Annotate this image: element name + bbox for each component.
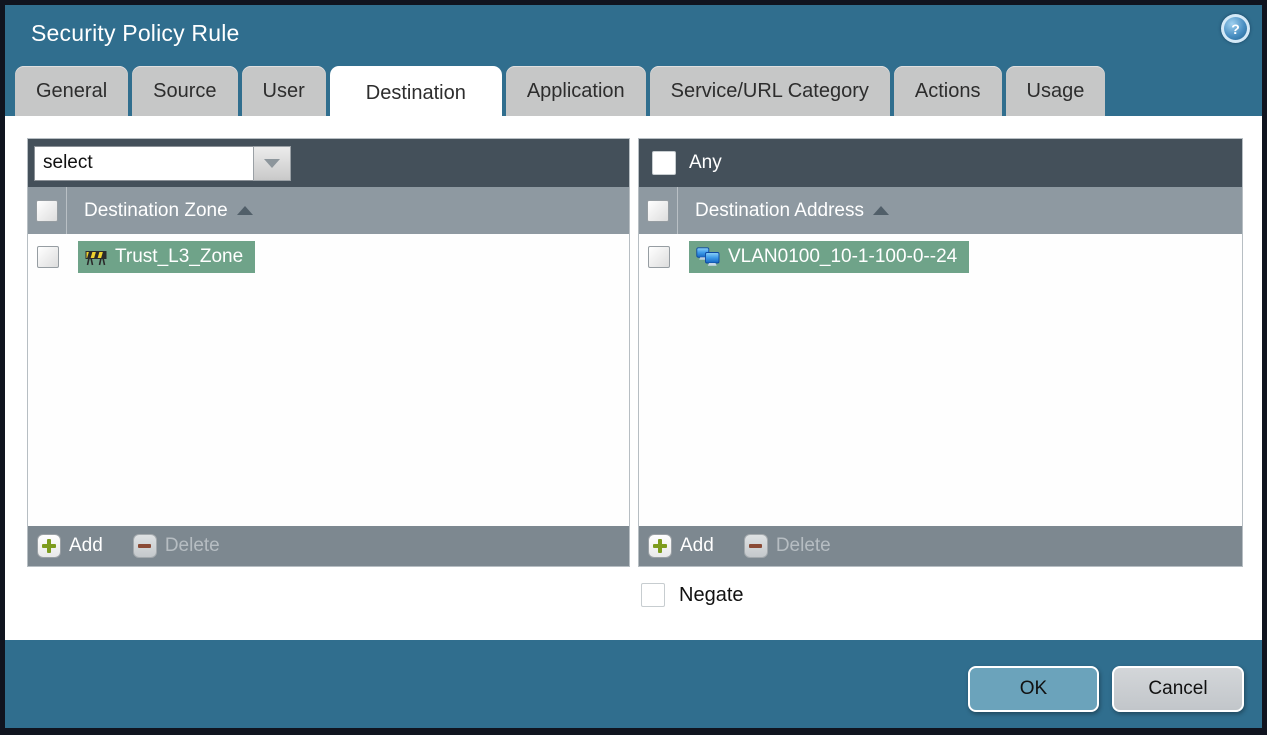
tab-application[interactable]: Application — [505, 66, 646, 116]
address-panel-header: Any — [639, 139, 1242, 187]
zone-barricade-icon — [85, 250, 107, 265]
zone-filter-dropdown-button[interactable] — [253, 145, 291, 181]
zone-panel-header — [28, 139, 629, 187]
zone-select-all-checkbox[interactable] — [36, 199, 58, 222]
address-row-check-cell — [639, 246, 678, 268]
destination-address-panel: Any Destination Address VLAN0100_10-1-10… — [638, 138, 1243, 567]
add-plus-icon — [648, 534, 672, 558]
network-address-icon — [696, 247, 720, 266]
negate-checkbox[interactable] — [641, 583, 665, 607]
address-delete-button[interactable]: Delete — [743, 534, 831, 558]
cancel-button[interactable]: Cancel — [1112, 666, 1244, 712]
address-column-header: Destination Address — [639, 187, 1242, 234]
zone-row-checkbox[interactable] — [36, 246, 59, 268]
zone-filter-combo — [34, 145, 291, 181]
zone-chip[interactable]: Trust_L3_Zone — [78, 241, 256, 273]
zone-add-button[interactable]: Add — [37, 534, 103, 558]
zone-name: Trust_L3_Zone — [115, 246, 244, 267]
address-select-all-cell — [639, 187, 678, 234]
zone-row[interactable]: Trust_L3_Zone — [28, 234, 629, 273]
chevron-down-icon — [264, 158, 280, 168]
tab-source[interactable]: Source — [132, 66, 238, 116]
negate-label: Negate — [679, 583, 744, 606]
delete-minus-icon — [132, 534, 157, 558]
add-plus-icon — [37, 534, 61, 558]
any-checkbox[interactable] — [652, 151, 676, 175]
help-icon-glyph: ? — [1224, 17, 1247, 40]
tab-bar: General Source User Destination Applicat… — [15, 66, 1106, 121]
address-list: VLAN0100_10-1-100-0--24 — [639, 234, 1242, 526]
zone-add-label: Add — [69, 535, 103, 556]
address-delete-label: Delete — [775, 535, 831, 556]
address-column-label[interactable]: Destination Address — [695, 200, 864, 222]
tab-destination[interactable]: Destination — [329, 66, 502, 121]
security-policy-rule-dialog: Security Policy Rule ? General Source Us… — [0, 0, 1267, 735]
delete-minus-icon — [743, 534, 768, 558]
address-add-button[interactable]: Add — [648, 534, 714, 558]
zone-panel-footer: Add Delete — [28, 526, 629, 566]
dialog-title: Security Policy Rule — [31, 20, 240, 46]
address-name: VLAN0100_10-1-100-0--24 — [728, 246, 958, 267]
address-add-label: Add — [680, 535, 714, 556]
sort-ascending-icon[interactable] — [236, 206, 253, 215]
address-chip[interactable]: VLAN0100_10-1-100-0--24 — [689, 241, 970, 273]
tab-general[interactable]: General — [15, 66, 129, 116]
tab-usage[interactable]: Usage — [1005, 66, 1106, 116]
tab-actions[interactable]: Actions — [893, 66, 1002, 116]
any-label: Any — [689, 152, 722, 173]
help-icon[interactable]: ? — [1221, 14, 1250, 43]
destination-zone-panel: Destination Zone — [27, 138, 630, 567]
address-row[interactable]: VLAN0100_10-1-100-0--24 — [639, 234, 1242, 273]
address-row-checkbox[interactable] — [647, 246, 670, 268]
address-panel-footer: Add Delete — [639, 526, 1242, 566]
zone-delete-label: Delete — [164, 535, 220, 556]
zone-column-label[interactable]: Destination Zone — [84, 200, 228, 222]
negate-row: Negate — [641, 583, 744, 607]
destination-tab-content: Destination Zone — [5, 116, 1262, 640]
zone-column-header: Destination Zone — [28, 187, 629, 234]
ok-button[interactable]: OK — [968, 666, 1099, 712]
zone-delete-button[interactable]: Delete — [132, 534, 220, 558]
tab-user[interactable]: User — [241, 66, 326, 116]
sort-ascending-icon[interactable] — [873, 206, 889, 215]
any-row: Any — [645, 151, 722, 175]
zone-filter-input[interactable] — [34, 145, 253, 181]
zone-list: Trust_L3_Zone — [28, 234, 629, 526]
zone-row-check-cell — [28, 246, 67, 268]
titlebar: Security Policy Rule ? — [5, 5, 1262, 65]
dialog-background: Security Policy Rule ? General Source Us… — [5, 5, 1262, 728]
address-select-all-checkbox[interactable] — [647, 199, 669, 222]
tab-service-url-category[interactable]: Service/URL Category — [649, 66, 890, 116]
zone-select-all-cell — [28, 187, 67, 234]
